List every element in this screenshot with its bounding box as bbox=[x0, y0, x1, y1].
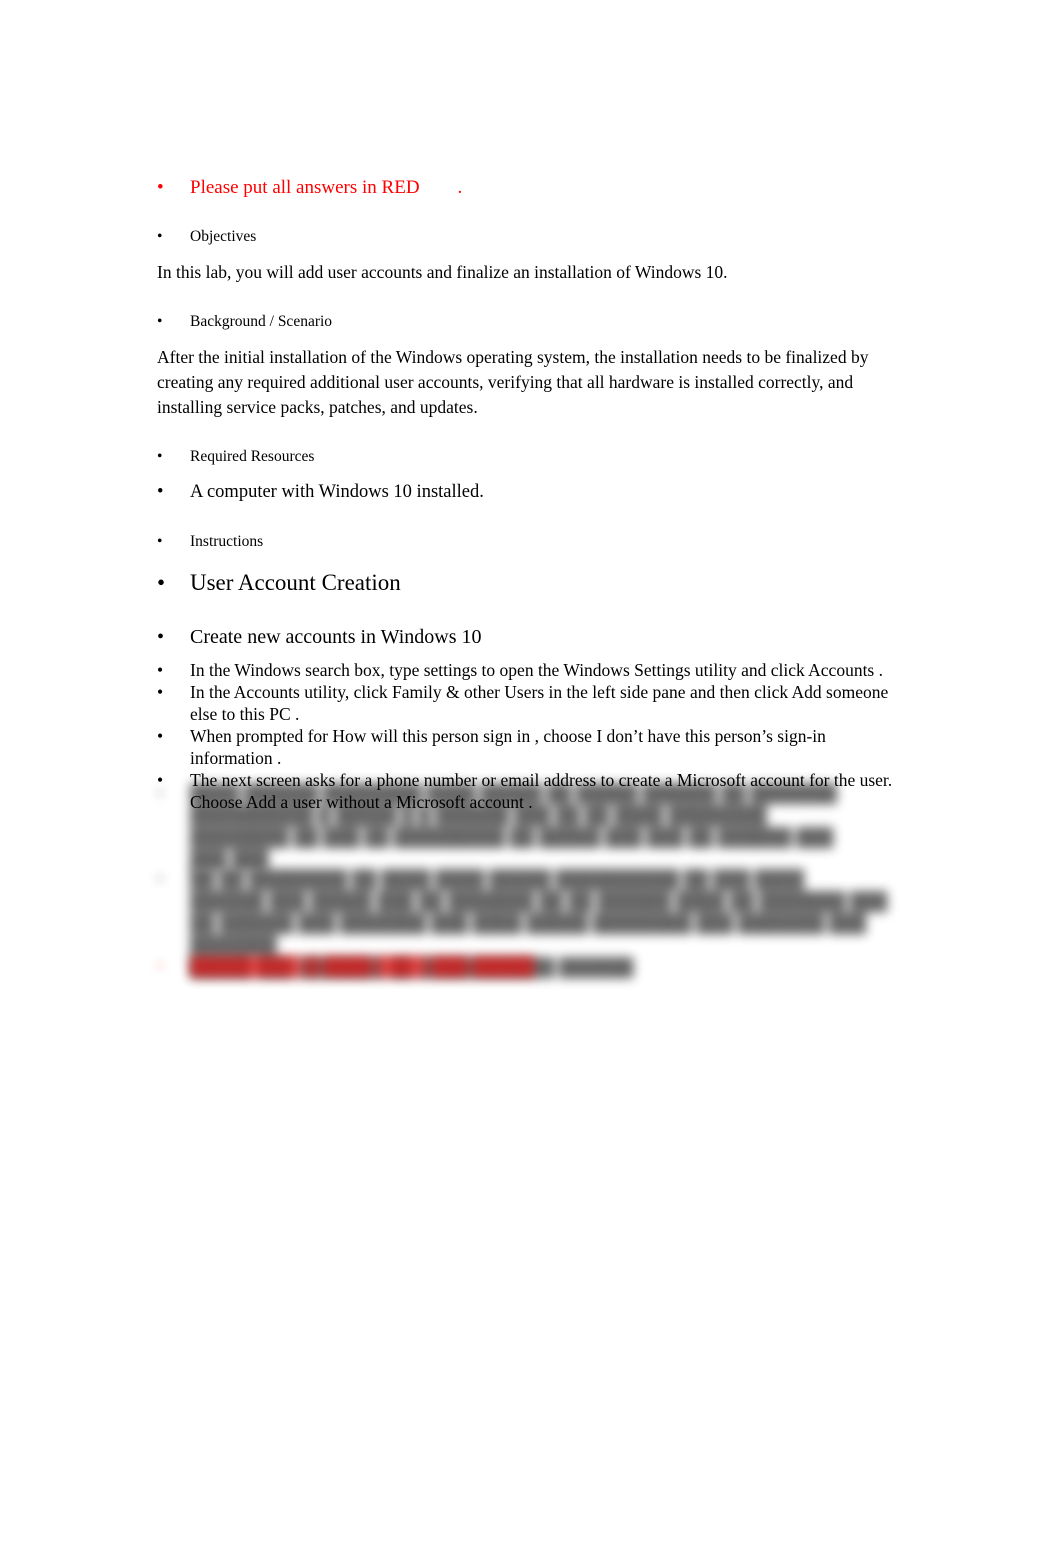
bullet-icon: • bbox=[157, 482, 164, 502]
bullet-icon: • bbox=[157, 660, 164, 680]
instruction-step-text: In the Accounts utility, click Family & … bbox=[190, 682, 889, 724]
heading-create-new-accounts: • Create new accounts in Windows 10 bbox=[157, 624, 902, 651]
instruction-step: • In the Windows search box, type settin… bbox=[157, 659, 902, 681]
bullet-icon: • bbox=[157, 626, 165, 648]
bullet-icon: • bbox=[157, 177, 164, 198]
heading-background-scenario: • Background / Scenario bbox=[157, 311, 902, 332]
bullet-icon: • bbox=[157, 770, 164, 790]
required-resources-item: • A computer with Windows 10 installed. bbox=[157, 480, 902, 505]
bullet-icon: • bbox=[157, 570, 166, 595]
red-notice-period bbox=[420, 177, 458, 198]
redacted-step-line: ██ ██ ████████ ██ ████ ████ █████ ██████… bbox=[190, 869, 805, 889]
bullet-icon: • bbox=[157, 682, 164, 702]
instruction-step: • The next screen asks for a phone numbe… bbox=[157, 769, 902, 813]
redacted-step-body: • ██ ██ ████████ ██ ████ ████ █████ ████… bbox=[157, 868, 905, 978]
heading-user-account-creation-label: User Account Creation bbox=[190, 570, 401, 595]
redacted-instruction-step-red: • █████████ █ ████ ████ ███ █████ bbox=[157, 955, 905, 977]
heading-user-account-creation: • User Account Creation bbox=[157, 567, 902, 598]
red-answer-notice-text: Please put all answers in RED . bbox=[190, 175, 902, 200]
instruction-step: • In the Accounts utility, click Family … bbox=[157, 681, 902, 725]
heading-required-resources-label: Required Resources bbox=[190, 448, 315, 465]
redacted-step-line: █████ ███ ███████ ██ ███████████ ██████ bbox=[190, 957, 634, 977]
bullet-icon: • bbox=[157, 228, 163, 245]
redacted-step-body: • █████████ █ ████ ████ ███ █████ bbox=[157, 955, 905, 977]
bullet-icon: • bbox=[157, 533, 163, 550]
red-answer-notice: • Please put all answers in RED . bbox=[157, 175, 902, 200]
redacted-step-line: ███ ███ bbox=[190, 849, 269, 869]
instruction-step-text: In the Windows search box, type settings… bbox=[190, 660, 883, 680]
heading-objectives-label: Objectives bbox=[190, 228, 257, 245]
heading-instructions-label: Instructions bbox=[190, 533, 264, 550]
heading-objectives: • Objectives bbox=[157, 226, 902, 247]
required-resources-item-label: A computer with Windows 10 installed. bbox=[190, 482, 484, 502]
redacted-step-line: ████████ ██ ███ ██ █████████ ██ █████ ██… bbox=[190, 827, 834, 847]
bullet-icon: • bbox=[157, 869, 164, 889]
redacted-instruction-step: • ██ ██ ████████ ██ ████ ████ █████ ████… bbox=[157, 868, 905, 978]
instruction-step: • When prompted for How will this person… bbox=[157, 725, 902, 769]
heading-instructions: • Instructions bbox=[157, 531, 902, 552]
document-content: • Please put all answers in RED . • Obje… bbox=[157, 175, 902, 813]
heading-create-new-accounts-label: Create new accounts in Windows 10 bbox=[190, 626, 482, 648]
background-scenario-body: After the initial installation of the Wi… bbox=[157, 347, 869, 417]
document-page: • Please put all answers in RED . • Obje… bbox=[0, 0, 1062, 1561]
redacted-step-line: ██████ ███ █████ ███ ██ ███████ ██ ██ ██… bbox=[190, 891, 888, 911]
redacted-step-line: █████████ █ ████ ████ ███ █████ bbox=[190, 956, 535, 976]
instruction-step-text: The next screen asks for a phone number … bbox=[190, 770, 893, 812]
instruction-step-list: • In the Windows search box, type settin… bbox=[157, 659, 902, 813]
bullet-icon: • bbox=[157, 956, 164, 976]
objectives-body: In this lab, you will add user accounts … bbox=[157, 262, 728, 282]
bullet-icon: • bbox=[157, 448, 163, 465]
red-notice-dot: . bbox=[457, 177, 463, 198]
red-notice-label: Please put all answers in RED bbox=[190, 177, 420, 198]
bullet-icon: • bbox=[157, 313, 163, 330]
instruction-step-text: When prompted for How will this person s… bbox=[190, 726, 826, 768]
redacted-step-line: ██ ██████ ███ ███████ ███ ████ █████ ███… bbox=[190, 913, 867, 955]
heading-required-resources: • Required Resources bbox=[157, 446, 902, 467]
heading-background-scenario-label: Background / Scenario bbox=[190, 313, 333, 330]
bullet-icon: • bbox=[157, 726, 164, 746]
